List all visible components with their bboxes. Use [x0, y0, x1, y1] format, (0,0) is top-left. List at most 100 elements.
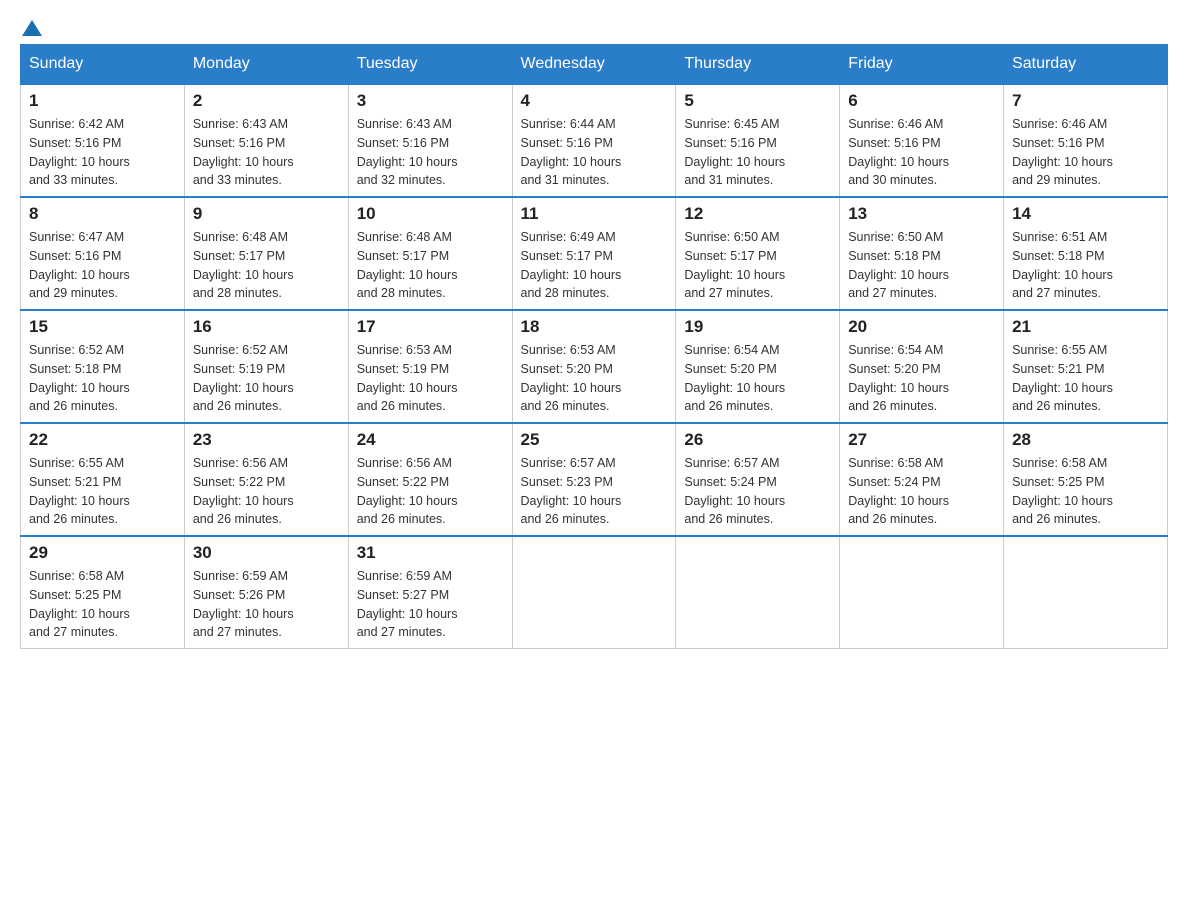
- day-number: 14: [1012, 204, 1159, 224]
- calendar-cell: 2 Sunrise: 6:43 AMSunset: 5:16 PMDaylight…: [184, 84, 348, 197]
- calendar-cell: 6 Sunrise: 6:46 AMSunset: 5:16 PMDaylight…: [840, 84, 1004, 197]
- day-number: 29: [29, 543, 176, 563]
- calendar-cell: 10Sunrise: 6:48 AMSunset: 5:17 PMDayligh…: [348, 197, 512, 310]
- calendar-cell: 25 Sunrise: 6:57 AMSunset: 5:23 PMDayligh…: [512, 423, 676, 536]
- day-number: 3: [357, 91, 504, 111]
- weekday-header-friday: Friday: [840, 45, 1004, 85]
- calendar-cell: 18 Sunrise: 6:53 AMSunset: 5:20 PMDayligh…: [512, 310, 676, 423]
- day-info: Sunrise: 6:50 AMSunset: 5:18 PMDaylight:…: [848, 228, 995, 303]
- calendar-cell: 23Sunrise: 6:56 AMSunset: 5:22 PMDayligh…: [184, 423, 348, 536]
- day-info: Sunrise: 6:58 AMSunset: 5:25 PMDaylight:…: [1012, 454, 1159, 529]
- weekday-header-tuesday: Tuesday: [348, 45, 512, 85]
- weekday-header-saturday: Saturday: [1004, 45, 1168, 85]
- day-info: Sunrise: 6:56 AMSunset: 5:22 PMDaylight:…: [193, 454, 340, 529]
- calendar-body: 1 Sunrise: 6:42 AMSunset: 5:16 PMDaylight…: [21, 84, 1168, 649]
- weekday-header-sunday: Sunday: [21, 45, 185, 85]
- weekday-header-monday: Monday: [184, 45, 348, 85]
- calendar-cell: 28 Sunrise: 6:58 AMSunset: 5:25 PMDayligh…: [1004, 423, 1168, 536]
- weekday-header-thursday: Thursday: [676, 45, 840, 85]
- day-number: 19: [684, 317, 831, 337]
- day-info: Sunrise: 6:52 AMSunset: 5:19 PMDaylight:…: [193, 341, 340, 416]
- calendar-cell: 27 Sunrise: 6:58 AMSunset: 5:24 PMDayligh…: [840, 423, 1004, 536]
- day-info: Sunrise: 6:55 AMSunset: 5:21 PMDaylight:…: [1012, 341, 1159, 416]
- day-info: Sunrise: 6:52 AMSunset: 5:18 PMDaylight:…: [29, 341, 176, 416]
- day-info: Sunrise: 6:44 AMSunset: 5:16 PMDaylight:…: [521, 115, 668, 190]
- day-info: Sunrise: 6:43 AMSunset: 5:16 PMDaylight:…: [357, 115, 504, 190]
- weekday-header-wednesday: Wednesday: [512, 45, 676, 85]
- calendar-cell: 4 Sunrise: 6:44 AMSunset: 5:16 PMDaylight…: [512, 84, 676, 197]
- day-info: Sunrise: 6:47 AMSunset: 5:16 PMDaylight:…: [29, 228, 176, 303]
- day-number: 18: [521, 317, 668, 337]
- week-row-1: 1 Sunrise: 6:42 AMSunset: 5:16 PMDaylight…: [21, 84, 1168, 197]
- calendar-cell: 1 Sunrise: 6:42 AMSunset: 5:16 PMDaylight…: [21, 84, 185, 197]
- day-info: Sunrise: 6:53 AMSunset: 5:20 PMDaylight:…: [521, 341, 668, 416]
- day-number: 21: [1012, 317, 1159, 337]
- day-number: 1: [29, 91, 176, 111]
- calendar-cell: 19Sunrise: 6:54 AMSunset: 5:20 PMDayligh…: [676, 310, 840, 423]
- calendar-cell: [676, 536, 840, 649]
- day-number: 5: [684, 91, 831, 111]
- calendar-cell: 8 Sunrise: 6:47 AMSunset: 5:16 PMDaylight…: [21, 197, 185, 310]
- day-info: Sunrise: 6:48 AMSunset: 5:17 PMDaylight:…: [193, 228, 340, 303]
- week-row-2: 8 Sunrise: 6:47 AMSunset: 5:16 PMDaylight…: [21, 197, 1168, 310]
- day-number: 31: [357, 543, 504, 563]
- logo: [20, 20, 44, 34]
- day-number: 28: [1012, 430, 1159, 450]
- day-number: 6: [848, 91, 995, 111]
- day-info: Sunrise: 6:43 AMSunset: 5:16 PMDaylight:…: [193, 115, 340, 190]
- calendar-cell: 12 Sunrise: 6:50 AMSunset: 5:17 PMDayligh…: [676, 197, 840, 310]
- day-number: 10: [357, 204, 504, 224]
- week-row-3: 15Sunrise: 6:52 AMSunset: 5:18 PMDayligh…: [21, 310, 1168, 423]
- calendar-table: SundayMondayTuesdayWednesdayThursdayFrid…: [20, 44, 1168, 649]
- calendar-cell: 3 Sunrise: 6:43 AMSunset: 5:16 PMDaylight…: [348, 84, 512, 197]
- week-row-4: 22Sunrise: 6:55 AMSunset: 5:21 PMDayligh…: [21, 423, 1168, 536]
- day-info: Sunrise: 6:42 AMSunset: 5:16 PMDaylight:…: [29, 115, 176, 190]
- day-info: Sunrise: 6:57 AMSunset: 5:23 PMDaylight:…: [521, 454, 668, 529]
- day-info: Sunrise: 6:49 AMSunset: 5:17 PMDaylight:…: [521, 228, 668, 303]
- day-number: 26: [684, 430, 831, 450]
- calendar-cell: 17 Sunrise: 6:53 AMSunset: 5:19 PMDayligh…: [348, 310, 512, 423]
- day-info: Sunrise: 6:50 AMSunset: 5:17 PMDaylight:…: [684, 228, 831, 303]
- calendar-cell: 22Sunrise: 6:55 AMSunset: 5:21 PMDayligh…: [21, 423, 185, 536]
- calendar-cell: 20Sunrise: 6:54 AMSunset: 5:20 PMDayligh…: [840, 310, 1004, 423]
- calendar-cell: 7 Sunrise: 6:46 AMSunset: 5:16 PMDaylight…: [1004, 84, 1168, 197]
- calendar-cell: 13 Sunrise: 6:50 AMSunset: 5:18 PMDayligh…: [840, 197, 1004, 310]
- day-number: 2: [193, 91, 340, 111]
- calendar-cell: 15Sunrise: 6:52 AMSunset: 5:18 PMDayligh…: [21, 310, 185, 423]
- day-info: Sunrise: 6:58 AMSunset: 5:24 PMDaylight:…: [848, 454, 995, 529]
- weekday-header-row: SundayMondayTuesdayWednesdayThursdayFrid…: [21, 45, 1168, 85]
- day-number: 11: [521, 204, 668, 224]
- calendar-cell: 14Sunrise: 6:51 AMSunset: 5:18 PMDayligh…: [1004, 197, 1168, 310]
- week-row-5: 29 Sunrise: 6:58 AMSunset: 5:25 PMDayligh…: [21, 536, 1168, 649]
- day-info: Sunrise: 6:53 AMSunset: 5:19 PMDaylight:…: [357, 341, 504, 416]
- day-number: 12: [684, 204, 831, 224]
- day-number: 7: [1012, 91, 1159, 111]
- day-info: Sunrise: 6:58 AMSunset: 5:25 PMDaylight:…: [29, 567, 176, 642]
- header: [20, 20, 1168, 34]
- day-number: 9: [193, 204, 340, 224]
- calendar-cell: [512, 536, 676, 649]
- day-number: 8: [29, 204, 176, 224]
- day-number: 17: [357, 317, 504, 337]
- calendar-cell: 29 Sunrise: 6:58 AMSunset: 5:25 PMDayligh…: [21, 536, 185, 649]
- day-info: Sunrise: 6:56 AMSunset: 5:22 PMDaylight:…: [357, 454, 504, 529]
- calendar-cell: [1004, 536, 1168, 649]
- day-info: Sunrise: 6:45 AMSunset: 5:16 PMDaylight:…: [684, 115, 831, 190]
- calendar-cell: 26 Sunrise: 6:57 AMSunset: 5:24 PMDayligh…: [676, 423, 840, 536]
- day-number: 25: [521, 430, 668, 450]
- day-number: 27: [848, 430, 995, 450]
- calendar-cell: [840, 536, 1004, 649]
- day-info: Sunrise: 6:54 AMSunset: 5:20 PMDaylight:…: [848, 341, 995, 416]
- day-number: 4: [521, 91, 668, 111]
- day-number: 24: [357, 430, 504, 450]
- day-info: Sunrise: 6:46 AMSunset: 5:16 PMDaylight:…: [848, 115, 995, 190]
- calendar-cell: 5 Sunrise: 6:45 AMSunset: 5:16 PMDaylight…: [676, 84, 840, 197]
- calendar-cell: 16Sunrise: 6:52 AMSunset: 5:19 PMDayligh…: [184, 310, 348, 423]
- calendar-cell: 30Sunrise: 6:59 AMSunset: 5:26 PMDayligh…: [184, 536, 348, 649]
- day-number: 22: [29, 430, 176, 450]
- day-number: 13: [848, 204, 995, 224]
- day-info: Sunrise: 6:59 AMSunset: 5:26 PMDaylight:…: [193, 567, 340, 642]
- day-info: Sunrise: 6:57 AMSunset: 5:24 PMDaylight:…: [684, 454, 831, 529]
- day-info: Sunrise: 6:46 AMSunset: 5:16 PMDaylight:…: [1012, 115, 1159, 190]
- calendar-cell: 24 Sunrise: 6:56 AMSunset: 5:22 PMDayligh…: [348, 423, 512, 536]
